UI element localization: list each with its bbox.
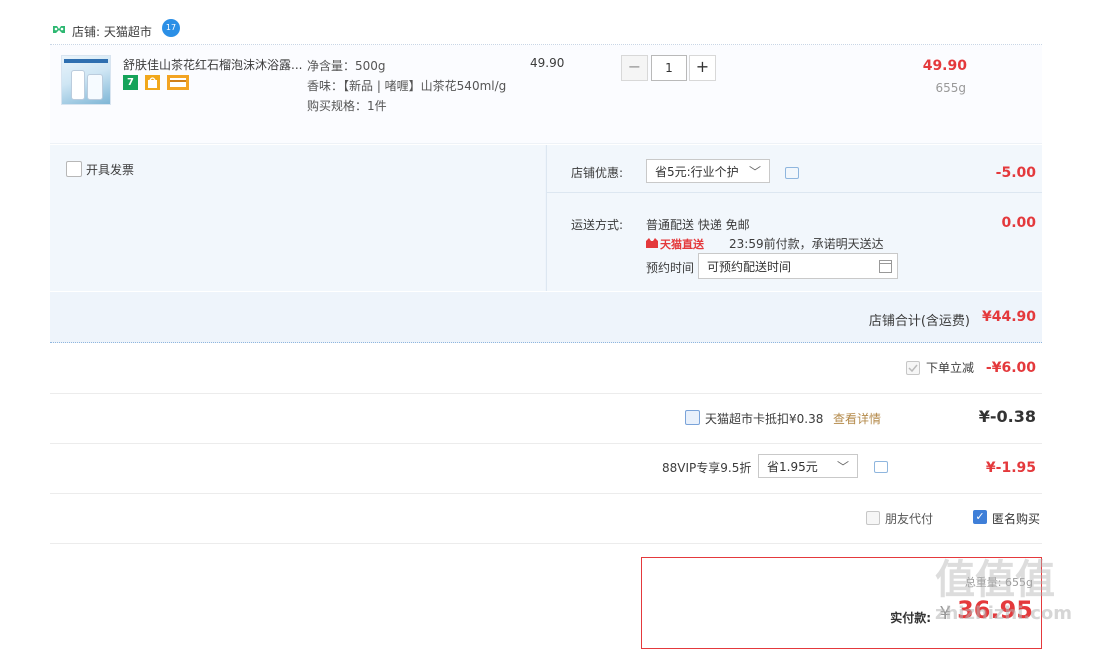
invoice-label[interactable]: 开具发票 <box>86 161 134 178</box>
item-weight: 655g <box>935 81 966 95</box>
reserve-time-input[interactable]: 可预约配送时间 <box>698 253 898 279</box>
increase-quantity-button[interactable]: + <box>689 55 716 81</box>
shopping-bag-icon <box>144 75 160 90</box>
anonymous-label[interactable]: 匿名购买 <box>992 510 1040 527</box>
shop-discount-selected: 省5元:行业个护 <box>655 165 739 179</box>
vip-discount-select[interactable]: 省1.95元 ﹀ <box>758 454 858 478</box>
product-badges: 7 <box>123 75 192 91</box>
view-details-link[interactable]: 查看详情 <box>833 410 881 427</box>
options-horizontal-divider <box>547 192 1042 193</box>
payment-options-row: 朋友代付 ✓ 匿名购买 <box>50 494 1042 544</box>
options-vertical-divider <box>546 145 547 291</box>
tmall-card-checkbox[interactable] <box>685 410 700 425</box>
tmall-direct-tag: 天猫直送 <box>660 238 704 251</box>
invoice-checkbox[interactable] <box>66 161 82 177</box>
site-watermark: 值值值 zhizhizhi.com <box>935 558 1111 639</box>
message-icon[interactable] <box>785 167 799 179</box>
watermark-url: zhizhizhi.com <box>935 603 1073 624</box>
order-item-row: 舒肤佳山茶花红石榴泡沫沐浴露... 7 净含量：500g 香味：【新品 | 啫喱… <box>50 45 1042 144</box>
message-icon[interactable] <box>874 461 888 473</box>
shop-header: 店铺: 天猫超市 17 <box>50 18 1042 42</box>
invoice-panel: 开具发票 <box>50 145 545 291</box>
tmall-cat-icon <box>646 238 658 248</box>
order-discount-row: 下单立减 -¥6.00 <box>50 344 1042 394</box>
tmall-card-label: 天猫超市卡抵扣¥0.38 <box>705 412 824 426</box>
anonymous-checkbox[interactable]: ✓ <box>973 510 987 524</box>
attr-scent: 香味：【新品 | 啫喱】山茶花540ml/g <box>307 79 507 93</box>
calendar-icon <box>879 260 892 273</box>
chevron-down-icon: ﹀ <box>836 460 849 474</box>
tmall-card-value: ¥-0.38 <box>978 407 1036 426</box>
shop-discount-value: -5.00 <box>995 165 1036 181</box>
shipping-fee-value: 0.00 <box>1001 215 1036 231</box>
unit-price: 49.90 <box>530 56 565 70</box>
reserve-time-label: 预约时间 <box>646 261 695 275</box>
watermark-logo: 值值值 <box>935 557 1055 603</box>
shop-discount-select[interactable]: 省5元:行业个护 ﹀ <box>646 159 770 183</box>
order-discount-checkbox <box>906 361 920 375</box>
decrease-quantity-button[interactable]: − <box>621 55 648 81</box>
shop-name[interactable]: 店铺: 天猫超市 <box>72 23 152 40</box>
shipping-label: 运送方式: <box>571 218 624 232</box>
item-subtotal: 49.90 <box>922 58 967 74</box>
attr-net-weight: 净含量：500g <box>307 59 386 73</box>
attr-spec: 购买规格：1件 <box>307 99 387 113</box>
tmall-card-row: 天猫超市卡抵扣¥0.38 查看详情 ¥-0.38 <box>50 394 1042 444</box>
chevron-down-icon: ﹀ <box>748 165 761 179</box>
shop-total-bar: 店铺合计(含运费) ¥44.90 <box>50 292 1042 343</box>
shop-options-panel: 店铺优惠: 省5元:行业个护 ﹀ -5.00 运送方式: 普通配送 快递 免邮 … <box>546 145 1042 291</box>
order-options-panel: 开具发票 店铺优惠: 省5元:行业个护 ﹀ -5.00 运送方式: 普通配送 快… <box>50 145 1042 291</box>
card-payment-icon <box>166 75 189 90</box>
seven-day-return-icon: 7 <box>123 75 138 90</box>
shipping-method: 普通配送 快递 免邮 <box>646 218 750 232</box>
friend-pay-checkbox[interactable] <box>866 511 880 525</box>
product-title[interactable]: 舒肤佳山茶花红石榴泡沫沐浴露... <box>123 56 305 73</box>
shop-total-value: ¥44.90 <box>981 309 1036 325</box>
pay-label: 实付款: <box>890 611 931 625</box>
shop-total-label: 店铺合计(含运费) <box>868 314 970 329</box>
product-thumbnail[interactable] <box>61 55 111 105</box>
vip-discount-value: ¥-1.95 <box>985 460 1036 476</box>
order-discount-label: 下单立减 <box>926 361 975 375</box>
quantity-input[interactable]: 1 <box>651 55 687 81</box>
reserve-time-placeholder: 可预约配送时间 <box>707 260 792 274</box>
vip-label: 88VIP专享9.5折 <box>662 461 752 475</box>
tmall-shop-icon <box>53 26 65 33</box>
vip-selected: 省1.95元 <box>767 460 818 474</box>
product-attributes: 净含量：500g 香味：【新品 | 啫喱】山茶花540ml/g 购买规格：1件 <box>307 56 507 116</box>
shop-discount-label: 店铺优惠: <box>571 166 624 180</box>
shop-level-badge-icon: 17 <box>162 19 180 37</box>
vip-discount-row: 88VIP专享9.5折 省1.95元 ﹀ ¥-1.95 <box>50 444 1042 494</box>
delivery-promise: 23:59前付款，承诺明天送达 <box>729 237 884 251</box>
friend-pay-label[interactable]: 朋友代付 <box>885 510 933 527</box>
order-discount-value: -¥6.00 <box>985 360 1036 376</box>
